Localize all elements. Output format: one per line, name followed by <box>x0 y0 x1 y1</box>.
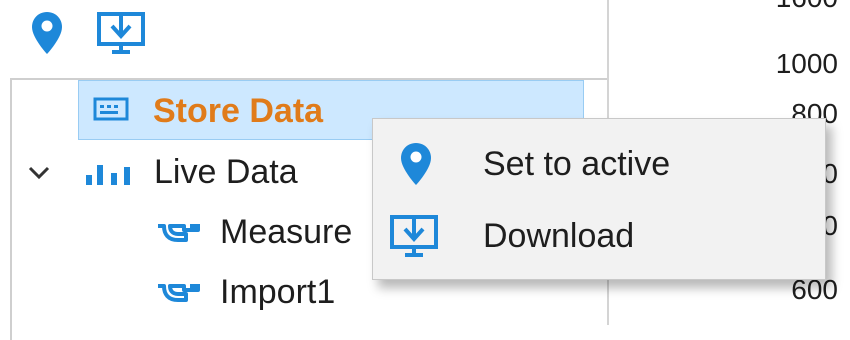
axis-tick-label: 1000 <box>775 48 838 79</box>
context-menu: Set to active Download <box>372 118 826 280</box>
bar-signal-icon <box>86 165 130 185</box>
download-to-computer-icon <box>97 12 145 54</box>
tree-item-label: Measure <box>220 213 353 251</box>
axis-tick-label: 1600 <box>776 0 838 14</box>
storage-device-icon <box>93 97 129 121</box>
menu-item-label: Download <box>483 217 635 255</box>
location-pin-icon <box>401 143 431 185</box>
probe-icon <box>158 284 200 302</box>
menu-item-label: Set to active <box>483 145 671 183</box>
location-pin-icon <box>32 12 62 54</box>
tree-item-label: Import1 <box>220 273 336 311</box>
toolbar <box>0 0 610 75</box>
menu-item-download[interactable]: Download <box>373 201 825 271</box>
download-to-computer-icon <box>390 215 438 257</box>
tree-item-label: Store Data <box>153 92 324 130</box>
tree-item-label: Live Data <box>154 153 298 191</box>
menu-item-set-to-active[interactable]: Set to active <box>373 129 825 199</box>
download-toolbar-button[interactable] <box>96 10 148 56</box>
chevron-down-icon[interactable] <box>28 166 50 180</box>
probe-icon <box>158 224 200 242</box>
set-active-toolbar-button[interactable] <box>30 10 64 56</box>
